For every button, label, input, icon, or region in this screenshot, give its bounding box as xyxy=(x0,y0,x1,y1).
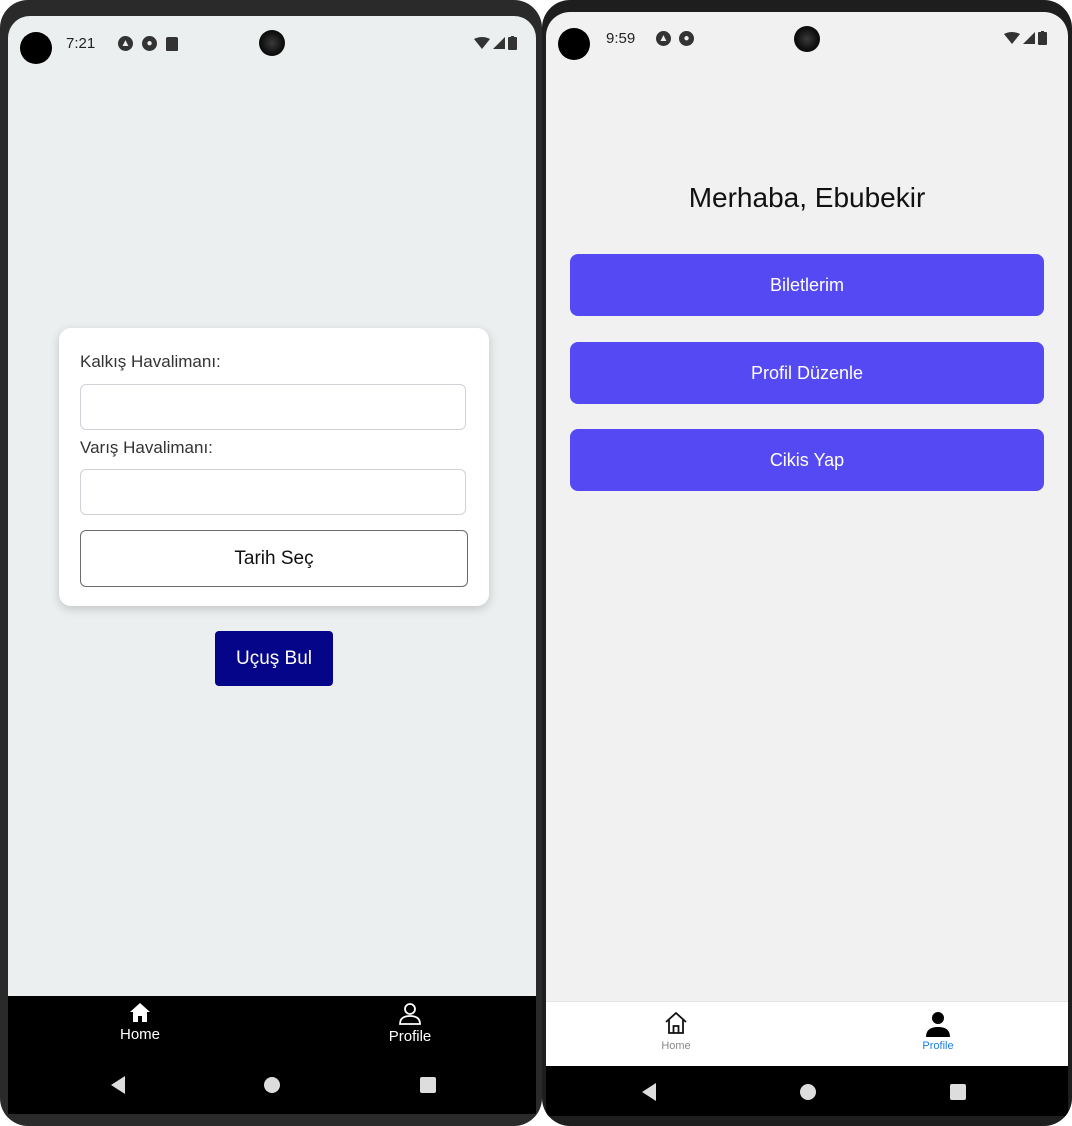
status-bar: 7:21 ▲ ● xyxy=(8,16,536,66)
left-screen: 7:21 ▲ ● Kalkış Havalimanı: Varış Havali… xyxy=(8,16,536,1114)
battery-icon xyxy=(1038,31,1047,45)
camera-cutout xyxy=(20,32,52,64)
back-icon[interactable] xyxy=(111,1076,125,1094)
greeting-text: Merhaba, Ebubekir xyxy=(688,182,926,213)
arrival-input[interactable] xyxy=(80,469,466,515)
tab-home-label: Home xyxy=(119,1026,160,1043)
find-flight-button[interactable]: Uçuş Bul xyxy=(215,631,333,686)
android-nav-bar xyxy=(546,1066,1068,1116)
status-bar: 9:59 ▲ ● xyxy=(546,12,1068,62)
home-outline-icon xyxy=(665,1012,687,1034)
tab-bar: Home Profile xyxy=(8,996,536,1056)
left-phone: 7:21 ▲ ● Kalkış Havalimanı: Varış Havali… xyxy=(0,0,542,1126)
tab-profile-label: Profile xyxy=(922,1040,954,1052)
home-nav-icon[interactable] xyxy=(800,1084,816,1100)
notification-icon: ● xyxy=(142,36,157,51)
departure-input[interactable] xyxy=(80,384,466,430)
recents-icon[interactable] xyxy=(420,1077,436,1093)
select-date-button[interactable]: Tarih Seç xyxy=(80,530,468,587)
android-nav-bar xyxy=(8,1056,536,1114)
status-time: 9:59 xyxy=(606,30,636,47)
battery-icon xyxy=(508,36,517,50)
system-icons xyxy=(474,36,517,50)
notification-icon: ● xyxy=(679,31,694,46)
tab-profile[interactable]: Profile xyxy=(908,1010,968,1052)
my-tickets-button[interactable]: Biletlerim xyxy=(570,254,1044,316)
flight-search-card: Kalkış Havalimanı: Varış Havalimanı: Tar… xyxy=(59,328,489,606)
front-camera xyxy=(259,30,285,56)
system-icons xyxy=(1004,31,1047,45)
right-phone: 9:59 ▲ ● Merhaba, Ebubekir Biletlerim Pr… xyxy=(542,0,1072,1126)
tab-home-label: Home xyxy=(661,1040,691,1052)
recents-icon[interactable] xyxy=(950,1084,966,1100)
departure-label: Kalkış Havalimanı: xyxy=(80,352,221,371)
tab-profile-label: Profile xyxy=(388,1028,432,1045)
notification-icon: ▲ xyxy=(118,36,133,51)
tab-bar: Home Profile xyxy=(546,1001,1068,1067)
camera-cutout xyxy=(558,28,590,60)
tab-home[interactable]: Home xyxy=(112,1002,168,1043)
tab-home[interactable]: Home xyxy=(646,1010,706,1052)
person-outline-icon xyxy=(399,1003,421,1025)
signal-icon xyxy=(1023,31,1035,44)
wifi-icon xyxy=(1004,31,1020,44)
notification-icon: ▲ xyxy=(656,31,671,46)
edit-profile-button[interactable]: Profil Düzenle xyxy=(570,342,1044,404)
arrival-label: Varış Havalimanı: xyxy=(80,438,213,457)
person-filled-icon xyxy=(926,1012,950,1037)
front-camera xyxy=(794,26,820,52)
signal-icon xyxy=(493,36,505,49)
tab-profile[interactable]: Profile xyxy=(380,1002,440,1045)
status-time: 7:21 xyxy=(66,35,96,52)
logout-button[interactable]: Cikis Yap xyxy=(570,429,1044,491)
home-nav-icon[interactable] xyxy=(264,1077,280,1093)
right-screen: 9:59 ▲ ● Merhaba, Ebubekir Biletlerim Pr… xyxy=(546,12,1068,1116)
home-filled-icon xyxy=(130,1003,150,1022)
back-icon[interactable] xyxy=(642,1083,656,1101)
sd-card-icon xyxy=(166,37,178,51)
wifi-icon xyxy=(474,36,490,49)
